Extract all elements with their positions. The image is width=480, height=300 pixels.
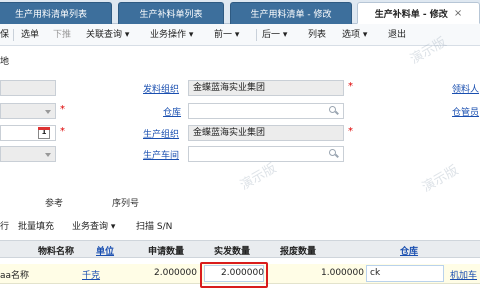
close-icon[interactable]: × [454,8,462,19]
grid-header: 物料名称 单位 申请数量 实发数量 报废数量 仓库 [0,240,480,258]
col-unit[interactable]: 单位 [96,244,114,257]
scan-sn-button[interactable]: 扫描 S/N [136,219,172,232]
divider [256,29,257,41]
tab-supplement-list[interactable]: 生产补料单列表 [118,2,224,24]
toolbar-exit[interactable]: 退出 [388,24,406,46]
issue-org-value: 金蝶蓝海实业集团 [193,83,266,93]
chevron-down-icon[interactable] [45,110,51,114]
watermark: 演示版 [237,160,280,194]
warehouse-input[interactable]: ck [366,265,444,282]
cell-warehouse: ck [370,268,381,278]
tab-supplement-edit[interactable]: 生产补料单 - 修改 × [357,2,480,24]
toolbar-next[interactable]: 后一 ▾ [262,24,287,46]
batch-fill-button[interactable]: 批量填充 [18,219,54,232]
prod-org-label[interactable]: 生产组织 [143,127,179,140]
toolbar-business-ops[interactable]: 业务操作 ▾ [150,24,193,46]
left-dropdown-field[interactable] [0,103,56,119]
prod-org-value: 金蝶蓝海实业集团 [193,128,266,138]
tab-bar: 生产用料清单列表 生产补料单列表 生产用料清单 - 修改 生产补料单 - 修改 … [0,0,480,24]
issue-org-field[interactable]: 金蝶蓝海实业集团 [188,80,344,96]
left-field-1[interactable] [0,80,56,96]
col-actual-qty[interactable]: 实发数量 [214,244,250,257]
search-icon[interactable] [329,106,339,116]
search-icon[interactable] [329,149,339,159]
tab-material-edit[interactable]: 生产用料清单 - 修改 [230,2,352,24]
required-mark: * [348,81,353,92]
tab-label: 生产用料清单 - 修改 [250,10,332,20]
keeper-label[interactable]: 仓管员 [452,105,479,118]
required-mark: * [60,126,65,137]
highlight-box [200,262,268,288]
toolbar-options[interactable]: 选项 ▾ [342,24,367,46]
grid-row-button[interactable]: 行 [0,219,9,232]
tab-reference[interactable]: 参考 [45,196,63,209]
divider [13,29,14,41]
left-dropdown-field-2[interactable] [0,146,56,162]
warehouse-label[interactable]: 仓库 [163,105,181,118]
tab-serial-number[interactable]: 序列号 [112,196,139,209]
col-material-name[interactable]: 物料名称 [38,244,74,257]
col-apply-qty[interactable]: 申请数量 [148,244,184,257]
cell-extra[interactable]: 机加车 [450,268,477,281]
warehouse-field[interactable] [188,103,344,119]
business-query-button[interactable]: 业务查询 ▾ [72,219,115,232]
watermark: 演示版 [419,162,462,196]
issue-org-label[interactable]: 发料组织 [143,82,179,95]
toolbar-save[interactable]: 保 [0,24,9,46]
picker-label[interactable]: 领料人 [452,82,479,95]
cell-material: aa名称 [0,271,30,281]
cell-unit[interactable]: 千克 [82,268,100,281]
detail-tabs: 参考 序列号 [0,196,480,214]
toolbar-list[interactable]: 列表 [308,24,326,46]
main-toolbar: 保 选单 下推 关联查询 ▾ 业务操作 ▾ 前一 ▾ 后一 ▾ 列表 选项 ▾ … [0,24,480,46]
toolbar-select-bill[interactable]: 选单 [21,24,39,46]
toolbar-push-down[interactable]: 下推 [53,24,71,46]
toolbar-related-query[interactable]: 关联查询 ▾ [86,24,129,46]
grid-toolbar: 行 批量填充 业务查询 ▾ 扫描 S/N [0,214,480,236]
cell-apply-qty: 2.000000 [154,268,197,278]
tab-material-list[interactable]: 生产用料清单列表 [0,2,112,24]
section-label: 地 [0,57,10,67]
toolbar-previous[interactable]: 前一 ▾ [214,24,239,46]
col-scrap-qty[interactable]: 报废数量 [280,244,316,257]
workshop-label[interactable]: 生产车间 [143,148,179,161]
tab-label: 生产补料单 - 修改 [374,9,448,20]
tab-label: 生产用料清单列表 [14,10,87,20]
required-mark: * [60,104,65,115]
tab-label: 生产补料单列表 [139,10,203,20]
calendar-icon[interactable]: 1 [38,127,50,139]
required-mark: * [348,126,353,137]
chevron-down-icon[interactable] [45,153,51,157]
col-warehouse[interactable]: 仓库 [400,244,418,257]
prod-org-field[interactable]: 金蝶蓝海实业集团 [188,125,344,141]
cell-scrap-qty: 1.000000 [321,268,364,278]
